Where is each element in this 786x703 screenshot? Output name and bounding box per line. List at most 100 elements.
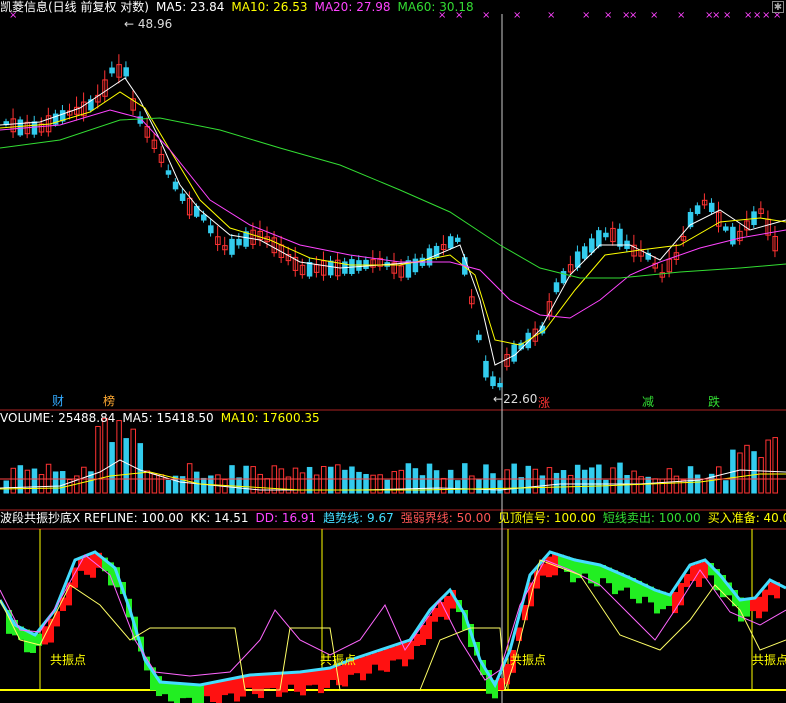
trend-bar: [90, 554, 96, 578]
volume-bar: [201, 477, 207, 494]
resonance-label: 共振点: [510, 653, 547, 667]
volume-bar: [151, 473, 158, 494]
candle-body: [490, 376, 496, 387]
volume-bar: [384, 479, 390, 494]
volume-bar: [24, 469, 31, 494]
trend-bar: [246, 675, 252, 688]
trend-bar: [270, 673, 276, 689]
volume-bar: [412, 468, 419, 494]
trend-bar: [318, 669, 324, 694]
volume-bar: [652, 478, 659, 494]
volume-bar: [744, 444, 750, 494]
volume-bar: [95, 425, 101, 494]
trend-bar: [300, 672, 306, 696]
volume-bar: [116, 420, 122, 494]
price-panel-header: 凯菱信息(日线 前复权 对数) MA5: 23.84 MA10: 26.53 MA20…: [0, 0, 770, 15]
gear-icon[interactable]: ✱: [772, 1, 784, 13]
candle-body: [328, 260, 334, 276]
volume-bar: [165, 479, 172, 494]
marker-zhang[interactable]: 涨: [538, 397, 550, 410]
trend-bar: [288, 672, 294, 685]
candle-body: [581, 246, 588, 259]
resonance-label: 共振点: [752, 653, 786, 667]
chart-canvas[interactable]: × × × × × × × × ×× × × ×× × × × × ×: [0, 0, 786, 703]
volume-bar: [617, 462, 623, 494]
legend-label: MA5:: [122, 411, 157, 425]
volume-bar: [610, 467, 616, 494]
legend-label: DD:: [255, 511, 282, 525]
trend-bar: [678, 583, 684, 606]
legend-value: 30.18: [439, 0, 474, 14]
volume-bar: [3, 480, 9, 494]
legend-value: 15418.50: [156, 411, 214, 425]
trend-bar: [504, 664, 510, 685]
trend-bar: [684, 574, 690, 587]
trend-bar: [444, 596, 450, 620]
legend-item: 见顶信号: 100.00: [498, 511, 596, 525]
trend-bar: [54, 611, 60, 627]
trend-bar: [312, 670, 318, 685]
marker-die[interactable]: 跌: [708, 396, 720, 409]
legend-item: MA5: 23.84: [156, 0, 224, 14]
trend-bar: [294, 672, 300, 692]
candle-body: [412, 258, 419, 273]
ma60-line: [0, 117, 786, 279]
volume-bar: [518, 477, 524, 494]
candle-body: [589, 238, 595, 253]
trend-bar: [384, 648, 390, 672]
volume-bar: [546, 467, 553, 494]
legend-item: 买入准备: 40.00: [708, 511, 786, 525]
high-price-arrow: ←: [124, 17, 135, 31]
legend-item: MA5: 15418.50: [122, 411, 213, 425]
volume-bar: [306, 466, 313, 494]
candle-body: [694, 205, 701, 214]
trend-bar: [762, 589, 768, 612]
trend-bar: [744, 599, 750, 617]
trend-bar: [186, 683, 192, 698]
volume-bar: [102, 417, 108, 494]
trend-bar: [438, 602, 444, 617]
legend-label: 见顶信号:: [497, 511, 554, 525]
legend-item: MA20: 27.98: [314, 0, 390, 14]
volume-bar: [38, 474, 45, 494]
trend-bar: [210, 683, 216, 703]
legend-value: 23.84: [190, 0, 225, 14]
legend-value: 100.00: [658, 511, 701, 525]
legend-value: 27.98: [356, 0, 391, 14]
marker-jian[interactable]: 减: [642, 396, 654, 409]
marker-cai[interactable]: 财: [52, 395, 64, 408]
volume-bar: [666, 468, 673, 494]
trend-bar: [78, 558, 84, 571]
volume-bar: [328, 466, 334, 494]
legend-value: 100.00: [141, 511, 184, 525]
trend-bar: [234, 678, 240, 702]
trend-line: [0, 550, 786, 689]
legend-value: 9.67: [367, 511, 394, 525]
legend-value: 26.53: [273, 0, 308, 14]
trend-bar: [192, 684, 198, 703]
candle-body: [165, 170, 172, 175]
trend-bar: [198, 684, 204, 703]
stock-title: 凯菱信息(日线 前复权 对数): [0, 0, 149, 14]
volume-bar: [454, 480, 461, 494]
legend-label: MA20:: [314, 0, 357, 14]
volume-bar: [59, 471, 66, 494]
trend-bar: [264, 674, 270, 689]
volume-bar: [560, 470, 567, 494]
volume-bar: [320, 465, 327, 494]
candle-body: [236, 238, 242, 246]
candle-body: [201, 214, 207, 221]
legend-label: 趋势线:: [323, 511, 368, 525]
volume-bar: [603, 479, 609, 494]
candle-body: [208, 225, 214, 234]
legend-item: VOLUME: 25488.84: [0, 411, 115, 425]
candle-body: [243, 231, 249, 247]
candle-body: [17, 119, 24, 136]
legend-label: MA5:: [156, 0, 191, 14]
trend-bar: [390, 646, 396, 661]
legend-label: 短线卖出:: [602, 511, 659, 525]
volume-bar: [236, 477, 242, 494]
marker-bang[interactable]: 榜: [103, 395, 115, 408]
candle-body: [454, 237, 461, 242]
trend-bar: [216, 681, 222, 703]
